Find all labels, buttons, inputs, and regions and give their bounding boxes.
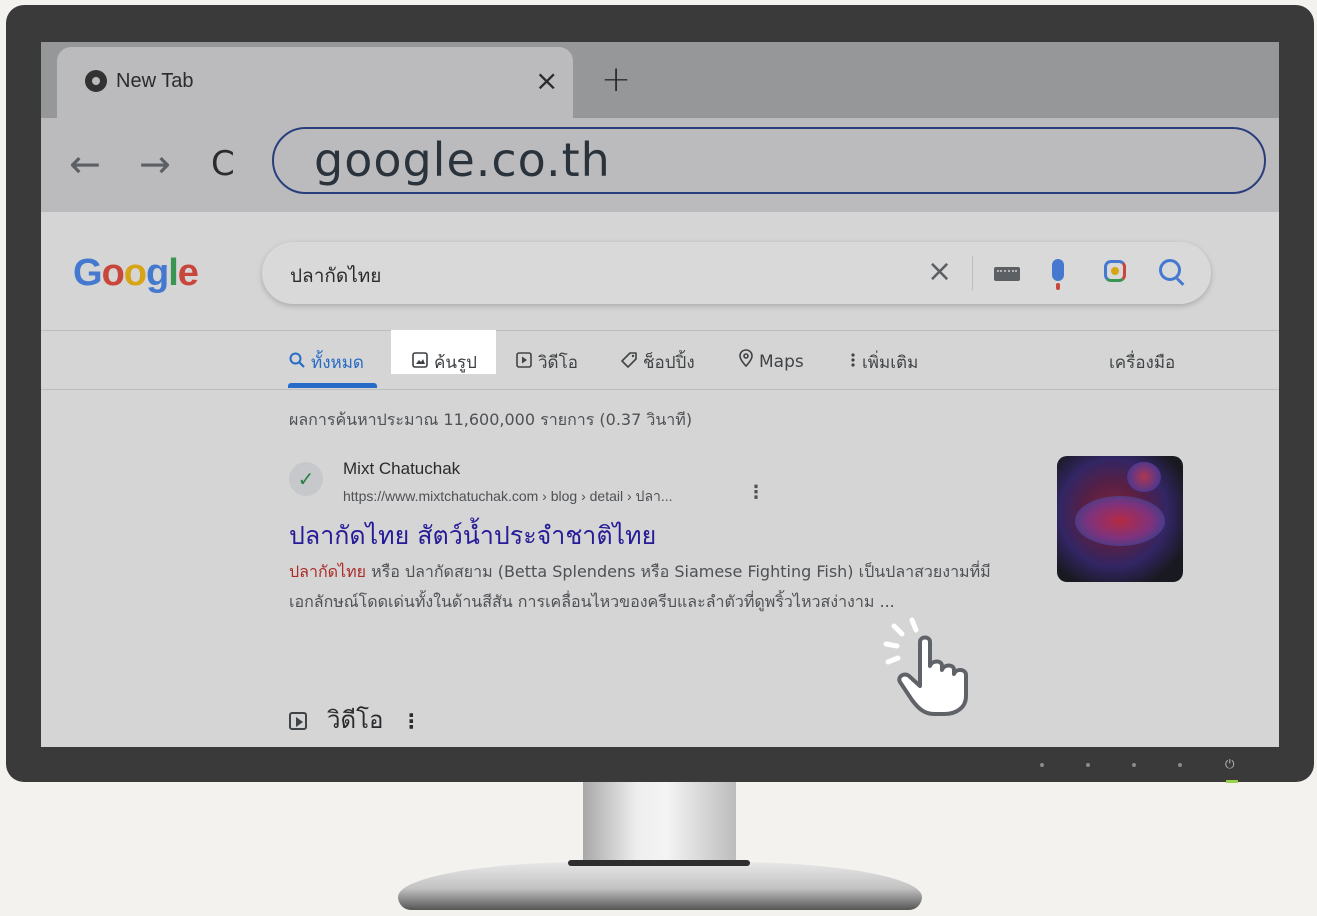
tab-more[interactable]: เพิ่มเติม (850, 349, 918, 376)
forward-arrow-icon[interactable]: → (139, 142, 171, 186)
tab-strip: New Tab × + (41, 42, 1279, 118)
google-logo-letter: g (146, 252, 169, 294)
search-divider (972, 256, 973, 290)
google-logo-letter: o (123, 252, 147, 294)
result-site-name[interactable]: Mixt Chatuchak (343, 459, 460, 479)
browser-toolbar: ← → C google.co.th (41, 118, 1279, 212)
play-video-icon (516, 352, 532, 372)
tab-shopping-label: ช็อปปิ้ง (643, 353, 695, 373)
more-vertical-icon (850, 352, 856, 372)
tab-title: New Tab (116, 70, 194, 92)
pointer-hand-icon (883, 617, 968, 716)
power-led (1226, 780, 1238, 783)
address-bar[interactable]: google.co.th (272, 127, 1266, 194)
indicator-light (1178, 763, 1182, 767)
search-icon (289, 352, 305, 372)
tab-shopping[interactable]: ช็อปปิ้ง (621, 349, 695, 376)
keyboard-icon[interactable] (994, 267, 1020, 281)
play-video-icon (289, 712, 307, 730)
snippet-text: หรือ ปลากัดสยาม (Betta Splendens หรือ Si… (289, 562, 991, 611)
tab-close-icon[interactable]: × (535, 65, 558, 97)
tab-maps[interactable]: Maps (739, 349, 804, 372)
search-icon[interactable] (1159, 259, 1181, 281)
google-results-page: Google ปลากัดไทย × ทั้งหมด ค้นรูป วิดีโอ… (41, 212, 1279, 747)
tools-button[interactable]: เครื่องมือ (1109, 349, 1175, 376)
address-bar-url: google.co.th (314, 133, 611, 187)
google-logo-letter: e (177, 252, 199, 294)
active-tab-indicator (288, 383, 377, 388)
tab-maps-label: Maps (759, 352, 804, 372)
tag-icon (621, 352, 637, 372)
tab-more-label: เพิ่มเติม (862, 353, 919, 373)
microphone-icon[interactable] (1052, 259, 1064, 290)
power-icon[interactable]: ⏻ (1225, 757, 1235, 772)
monitor-stand-slot (568, 860, 750, 866)
indicator-light (1086, 763, 1090, 767)
tab-images-label: ค้นรูป (434, 353, 477, 373)
clear-search-icon[interactable]: × (927, 255, 952, 289)
image-icon (412, 352, 428, 372)
result-url[interactable]: https://www.mixtchatuchak.com › blog › d… (343, 486, 673, 508)
snippet-highlight: ปลากัดไทย (289, 562, 366, 581)
search-input[interactable]: ปลากัดไทย (290, 261, 381, 291)
tab-all-label: ทั้งหมด (311, 353, 364, 373)
tab-videos-label: วิดีโอ (538, 353, 578, 373)
search-box[interactable]: ปลากัดไทย × (262, 242, 1211, 304)
video-section-title: วิดีโอ (327, 706, 384, 734)
monitor-frame: New Tab × + ← → C google.co.th Google ปล… (6, 5, 1314, 783)
video-section-header: วิดีโอ ⋮ (289, 700, 421, 739)
site-favicon-check-icon[interactable]: ✓ (289, 462, 323, 496)
tab-images[interactable]: ค้นรูป (412, 349, 477, 376)
tab-videos[interactable]: วิดีโอ (516, 349, 578, 376)
result-count: ผลการค้นหาประมาณ 11,600,000 รายการ (0.37… (289, 410, 693, 429)
monitor-stand-neck (583, 782, 736, 866)
google-logo-letter: o (101, 252, 125, 294)
google-logo-letter: l (168, 252, 179, 294)
result-thumbnail-betta-fish[interactable] (1057, 456, 1183, 582)
indicator-light (1040, 763, 1044, 767)
google-logo-letter: G (73, 252, 103, 294)
google-lens-icon[interactable] (1104, 260, 1126, 282)
browser-screen: New Tab × + ← → C google.co.th Google ปล… (41, 42, 1279, 747)
google-logo[interactable]: Google (73, 252, 199, 295)
result-title-link[interactable]: ปลากัดไทย สัตว์น้ำประจำชาติไทย (289, 516, 656, 556)
back-arrow-icon[interactable]: ← (69, 142, 101, 186)
reload-icon[interactable]: C (211, 142, 235, 186)
location-pin-icon (739, 349, 753, 371)
search-tabs-row: ทั้งหมด ค้นรูป วิดีโอ ช็อปปิ้ง Maps เพิ่… (41, 330, 1279, 390)
monitor-stand-base (398, 862, 922, 910)
new-tab-button[interactable]: + (601, 62, 631, 98)
indicator-light (1132, 763, 1136, 767)
video-section-menu-icon[interactable]: ⋮ (401, 709, 421, 733)
result-menu-icon[interactable]: ⋮ (747, 482, 765, 503)
tab-all[interactable]: ทั้งหมด (289, 349, 364, 376)
chrome-icon (85, 70, 107, 92)
browser-tab-new-tab[interactable]: New Tab × (57, 47, 573, 118)
